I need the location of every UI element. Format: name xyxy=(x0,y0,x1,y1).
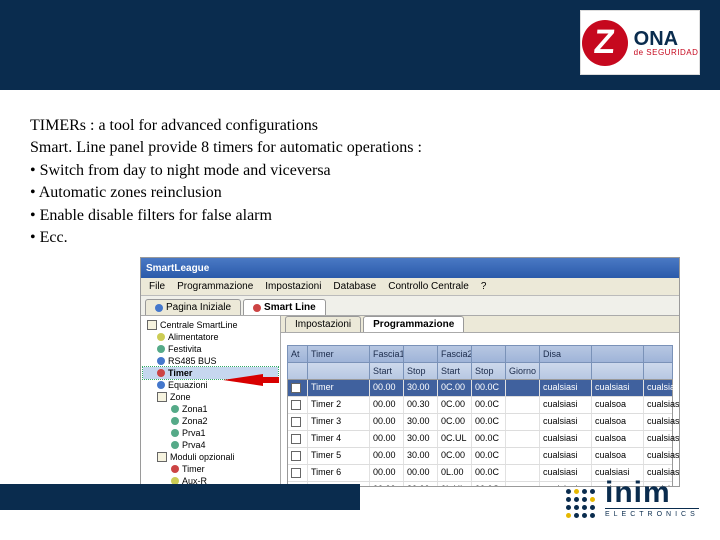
hdr-blank2 xyxy=(472,346,506,362)
eq-icon xyxy=(157,381,165,389)
zona-sub: de SEGURIDAD xyxy=(634,49,699,57)
folder-icon xyxy=(157,452,167,462)
tab-programm[interactable]: Programmazione xyxy=(363,316,464,332)
tree-zona1[interactable]: Zona1 xyxy=(143,403,278,415)
sub-stop2: Stop xyxy=(472,363,506,379)
right-tabstrip: Impostazioni Programmazione xyxy=(281,316,679,333)
tree-moduli[interactable]: Moduli opzionali xyxy=(143,451,278,463)
highlight-arrow-icon xyxy=(223,374,263,386)
hdr-blank1 xyxy=(404,346,438,362)
body-line-1: TIMERs : a tool for advanced configurati… xyxy=(30,115,690,137)
tree-alim[interactable]: Alimentatore xyxy=(143,331,278,343)
hdr-at: At xyxy=(288,346,308,362)
window-title: SmartLeague xyxy=(146,263,209,274)
inim-sub: ELECTRONICS xyxy=(605,508,699,518)
sub-start2: Start xyxy=(438,363,472,379)
grid-body: Timer00.0030.000C.0000.0Ccualsiasicualsi… xyxy=(287,379,673,486)
grid-subheader: Start Stop Start Stop Giorno xyxy=(287,362,673,379)
menu-file[interactable]: File xyxy=(149,281,165,292)
menu-control[interactable]: Controllo Centrale xyxy=(388,281,469,292)
inim-logo: inim ELECTRONICS xyxy=(566,478,696,518)
table-row[interactable]: Timer 300.0030.000C.0000.0Ccualsiasicual… xyxy=(288,414,672,431)
tree-fest[interactable]: Festivita xyxy=(143,343,278,355)
tree-zone[interactable]: Zone xyxy=(143,391,278,403)
body-line-3: • Switch from day to night mode and vice… xyxy=(30,160,690,182)
tab-smartline[interactable]: Smart Line xyxy=(243,299,326,315)
inim-name: inim xyxy=(605,478,699,508)
tree-root[interactable]: Centrale SmartLine xyxy=(143,319,278,331)
footer-decor xyxy=(0,484,360,510)
zone-icon xyxy=(171,405,179,413)
hdr-blank3 xyxy=(506,346,540,362)
menu-help[interactable]: ? xyxy=(481,281,487,292)
smartline-icon xyxy=(253,304,261,312)
inim-dots-icon xyxy=(566,489,595,518)
body-line-2: Smart. Line panel provide 8 timers for a… xyxy=(30,137,690,159)
battery-icon xyxy=(157,333,165,341)
calendar-icon xyxy=(157,345,165,353)
menu-impost[interactable]: Impostazioni xyxy=(265,281,321,292)
sub-giorno: Giorno xyxy=(506,363,540,379)
home-icon xyxy=(155,304,163,312)
row-checkbox[interactable] xyxy=(291,451,301,461)
row-checkbox[interactable] xyxy=(291,434,301,444)
hdr-blank4 xyxy=(592,346,644,362)
slide-body-text: TIMERs : a tool for advanced configurati… xyxy=(0,90,720,257)
row-checkbox[interactable] xyxy=(291,417,301,427)
tab-smartline-label: Smart Line xyxy=(264,302,316,313)
table-row[interactable]: Timer 500.0030.000C.0000.0Ccualsiasicual… xyxy=(288,448,672,465)
tab-impost[interactable]: Impostazioni xyxy=(285,316,361,332)
tree-rs485[interactable]: RS485 BUS xyxy=(143,355,278,367)
table-row[interactable]: Timer 200.0000.300C.0000.0Ccualsiasicual… xyxy=(288,397,672,414)
hdr-fascia1: Fascia1 xyxy=(370,346,404,362)
tab-homepage-label: Pagina Iniziale xyxy=(166,302,231,313)
table-row[interactable]: Timer 400.0030.000C.UL00.0Ccualsiasicual… xyxy=(288,431,672,448)
zone-icon xyxy=(171,429,179,437)
body-line-5: • Enable disable filters for false alarm xyxy=(30,205,690,227)
menu-db[interactable]: Database xyxy=(333,281,376,292)
zona-circle-icon: Z xyxy=(582,20,628,66)
menu-prog[interactable]: Programmazione xyxy=(177,281,253,292)
tree-mod-timer[interactable]: Timer xyxy=(143,463,278,475)
zone-icon xyxy=(171,441,179,449)
hdr-timer: Timer xyxy=(308,346,370,362)
clock-icon xyxy=(157,369,165,377)
table-row[interactable]: Timer00.0030.000C.0000.0Ccualsiasicualsi… xyxy=(288,380,672,397)
slide-header: Z ONA de SEGURIDAD xyxy=(0,0,720,90)
zone-icon xyxy=(171,417,179,425)
bus-icon xyxy=(157,357,165,365)
zona-z-letter: Z xyxy=(593,23,617,62)
sub-start1: Start xyxy=(370,363,404,379)
hdr-blank5 xyxy=(644,346,679,362)
zona-logo: Z ONA de SEGURIDAD xyxy=(580,10,700,75)
row-checkbox[interactable] xyxy=(291,400,301,410)
tab-homepage[interactable]: Pagina Iniziale xyxy=(145,299,241,315)
root-icon xyxy=(147,320,157,330)
folder-icon xyxy=(157,392,167,402)
hdr-disa: Disa xyxy=(540,346,592,362)
body-line-4: • Automatic zones reinclusion xyxy=(30,182,690,204)
tree-panel: Centrale SmartLine Alimentatore Festivit… xyxy=(141,316,281,486)
grid-header: At Timer Fascia1 Fascia2 Disa xyxy=(287,345,673,362)
tree-prva4[interactable]: Prva4 xyxy=(143,439,278,451)
window-titlebar[interactable]: SmartLeague xyxy=(141,258,679,278)
menubar: File Programmazione Impostazioni Databas… xyxy=(141,278,679,296)
hdr-fascia2: Fascia2 xyxy=(438,346,472,362)
outer-tabstrip: Pagina Iniziale Smart Line xyxy=(141,296,679,316)
clock-icon xyxy=(171,465,179,473)
body-line-6: • Ecc. xyxy=(30,227,690,249)
software-window: SmartLeague File Programmazione Impostaz… xyxy=(140,257,680,487)
tree-zona2[interactable]: Zona2 xyxy=(143,415,278,427)
row-checkbox[interactable] xyxy=(291,468,301,478)
sub-stop1: Stop xyxy=(404,363,438,379)
tree-prva1[interactable]: Prva1 xyxy=(143,427,278,439)
zona-name: ONA xyxy=(634,29,699,49)
row-checkbox[interactable] xyxy=(291,383,301,393)
grid-panel: At Timer Fascia1 Fascia2 Disa Start Stop xyxy=(281,333,679,486)
